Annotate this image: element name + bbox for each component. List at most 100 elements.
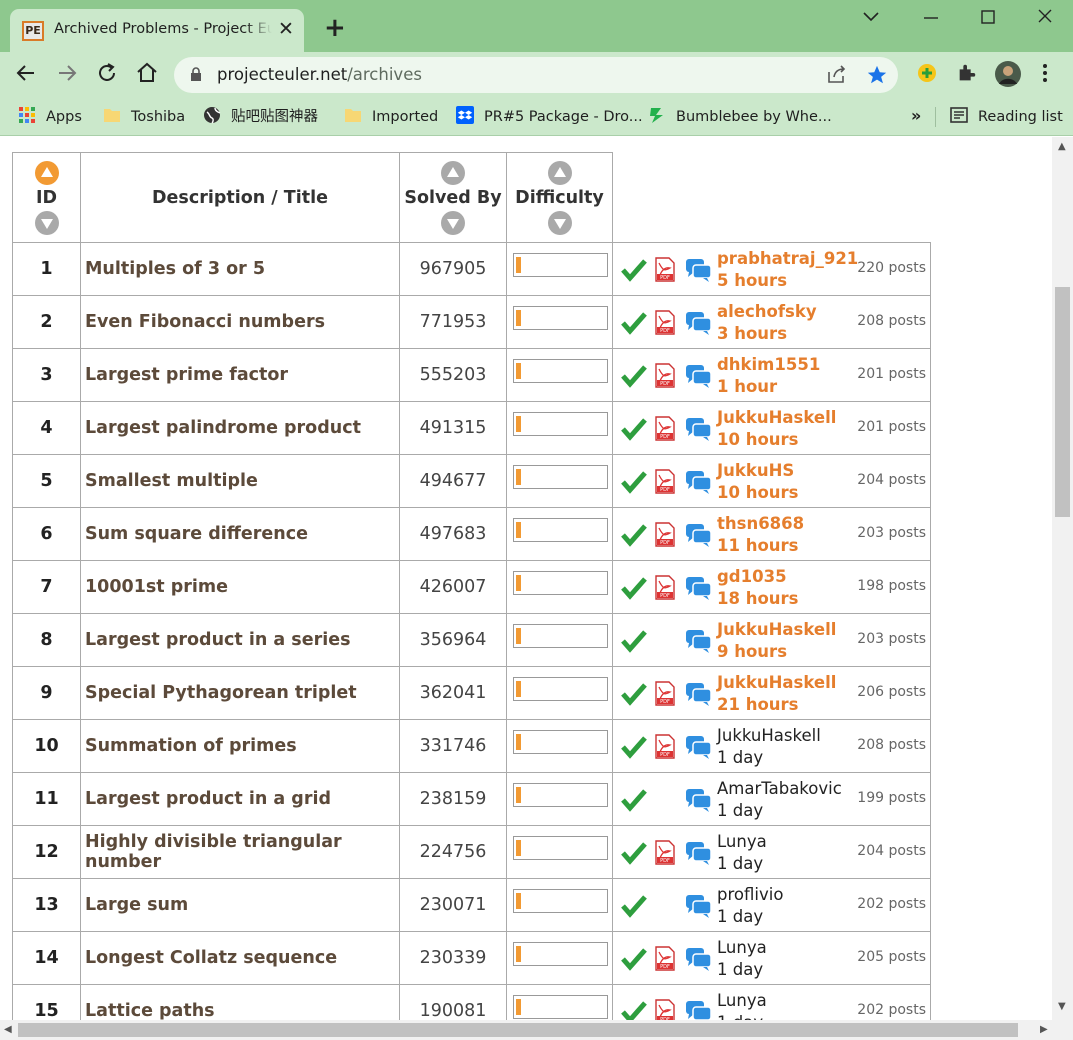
pdf-icon[interactable]: PDF xyxy=(655,257,675,282)
forum-bubble-icon[interactable] xyxy=(685,310,713,341)
profile-avatar[interactable] xyxy=(994,60,1022,92)
tab-close-icon[interactable]: ✕ xyxy=(278,18,294,40)
vertical-scrollbar[interactable]: ▲ ▼ xyxy=(1052,137,1073,1020)
reload-icon[interactable] xyxy=(95,61,119,92)
bookmark-toshiba[interactable]: Toshiba xyxy=(103,106,185,128)
close-window-icon[interactable] xyxy=(1036,6,1054,33)
bookmarks-overflow-icon[interactable]: » xyxy=(911,106,921,128)
bookmark-star-icon[interactable] xyxy=(866,64,888,91)
more-menu-icon[interactable] xyxy=(1040,62,1050,88)
url-text[interactable]: projecteuler.net/archives xyxy=(217,65,422,84)
table-row[interactable]: 7 10001st prime 426007 PDF gd1035 18 hours 198… xyxy=(12,560,931,614)
last-solver[interactable]: thsn6868 11 hours xyxy=(717,513,804,557)
problem-title-link[interactable]: Longest Collatz sequence xyxy=(80,931,400,985)
sort-id-ascending-icon[interactable] xyxy=(34,160,59,185)
post-count[interactable]: 203 posts xyxy=(857,631,926,647)
table-row[interactable]: 14 Longest Collatz sequence 230339 PDF Lunya… xyxy=(12,931,931,985)
sort-difficulty-descending-icon[interactable] xyxy=(547,210,572,235)
post-count[interactable]: 208 posts xyxy=(857,737,926,753)
solver-username[interactable]: JukkuHaskell xyxy=(717,673,836,692)
bookmark-dropbox[interactable]: PR#5 Package - Dro... xyxy=(456,106,643,128)
last-solver[interactable]: JukkuHaskell 21 hours xyxy=(717,672,836,716)
table-row[interactable]: 2 Even Fibonacci numbers 771953 PDF alechofs… xyxy=(12,295,931,349)
last-solver[interactable]: JukkuHaskell 1 day xyxy=(717,725,821,769)
browser-tab[interactable]: PE Archived Problems - Project Euler ✕ xyxy=(10,9,304,52)
forum-bubble-icon[interactable] xyxy=(685,787,713,818)
table-row[interactable]: 6 Sum square difference 497683 PDF thsn6868 1… xyxy=(12,507,931,561)
problem-title-link[interactable]: Largest palindrome product xyxy=(80,401,400,455)
table-row[interactable]: 5 Smallest multiple 494677 PDF JukkuHS 10 hou… xyxy=(12,454,931,508)
forum-bubble-icon[interactable] xyxy=(685,999,713,1020)
pdf-icon[interactable]: PDF xyxy=(655,840,675,865)
post-count[interactable]: 202 posts xyxy=(857,1002,926,1018)
problem-title-link[interactable]: Special Pythagorean triplet xyxy=(80,666,400,720)
solver-username[interactable]: proflivio xyxy=(717,885,783,904)
post-count[interactable]: 198 posts xyxy=(857,578,926,594)
table-row[interactable]: 3 Largest prime factor 555203 PDF dhkim1551 1… xyxy=(12,348,931,402)
scroll-up-arrow-icon[interactable]: ▲ xyxy=(1058,141,1066,152)
pdf-icon[interactable]: PDF xyxy=(655,310,675,335)
problem-title-link[interactable]: Sum square difference xyxy=(80,507,400,561)
bookmark-bumblebee[interactable]: Bumblebee by Whe... xyxy=(648,106,832,128)
last-solver[interactable]: Lunya 1 day xyxy=(717,831,767,875)
problem-title-link[interactable]: Largest prime factor xyxy=(80,348,400,402)
pdf-icon[interactable]: PDF xyxy=(655,416,675,441)
last-solver[interactable]: JukkuHS 10 hours xyxy=(717,460,799,504)
post-count[interactable]: 208 posts xyxy=(857,313,926,329)
problem-title-link[interactable]: Largest product in a grid xyxy=(80,772,400,826)
pdf-icon[interactable]: PDF xyxy=(655,946,675,971)
horizontal-scrollbar[interactable]: ◀ ▶ xyxy=(0,1020,1073,1040)
last-solver[interactable]: Lunya 1 day xyxy=(717,937,767,981)
post-count[interactable]: 201 posts xyxy=(857,366,926,382)
forum-bubble-icon[interactable] xyxy=(685,734,713,765)
solver-username[interactable]: thsn6868 xyxy=(717,514,804,533)
forum-bubble-icon[interactable] xyxy=(685,257,713,288)
post-count[interactable]: 220 posts xyxy=(857,260,926,276)
bookmark-apps[interactable]: Apps xyxy=(18,106,82,128)
tab-search-chevron-icon[interactable] xyxy=(862,6,880,30)
sort-id-descending-icon[interactable] xyxy=(34,210,59,235)
forum-bubble-icon[interactable] xyxy=(685,363,713,394)
page-viewport[interactable]: ID Description / Title Solved By Difficu… xyxy=(0,137,1052,1020)
solver-username[interactable]: JukkuHaskell xyxy=(717,620,836,639)
last-solver[interactable]: alechofsky 3 hours xyxy=(717,301,817,345)
problem-title-link[interactable]: Highly divisible triangular number xyxy=(80,825,400,879)
maximize-icon[interactable] xyxy=(979,6,997,33)
table-row[interactable]: 9 Special Pythagorean triplet 362041 PDF Juk… xyxy=(12,666,931,720)
horizontal-scroll-thumb[interactable] xyxy=(18,1023,1018,1037)
scroll-right-arrow-icon[interactable]: ▶ xyxy=(1040,1024,1048,1035)
new-tab-icon[interactable]: + xyxy=(324,15,346,41)
post-count[interactable]: 203 posts xyxy=(857,525,926,541)
solver-username[interactable]: dhkim1551 xyxy=(717,355,820,374)
table-row[interactable]: 8 Largest product in a series 356964 JukkuH… xyxy=(12,613,931,667)
solver-username[interactable]: JukkuHS xyxy=(717,461,794,480)
problem-title-link[interactable]: 10001st prime xyxy=(80,560,400,614)
problem-title-link[interactable]: Multiples of 3 or 5 xyxy=(80,242,400,296)
post-count[interactable]: 204 posts xyxy=(857,472,926,488)
table-row[interactable]: 13 Large sum 230071 proflivio 1 day 202 posts xyxy=(12,878,931,932)
table-row[interactable]: 4 Largest palindrome product 491315 PDF Jukk… xyxy=(12,401,931,455)
forum-bubble-icon[interactable] xyxy=(685,416,713,447)
back-arrow-icon[interactable] xyxy=(14,61,38,92)
pdf-icon[interactable]: PDF xyxy=(655,469,675,494)
last-solver[interactable]: proflivio 1 day xyxy=(717,884,783,928)
solver-username[interactable]: prabhatraj_921 xyxy=(717,249,858,268)
last-solver[interactable]: gd1035 18 hours xyxy=(717,566,799,610)
problem-title-link[interactable]: Summation of primes xyxy=(80,719,400,773)
bookmark-imported[interactable]: Imported xyxy=(344,106,438,128)
forum-bubble-icon[interactable] xyxy=(685,522,713,553)
last-solver[interactable]: prabhatraj_921 5 hours xyxy=(717,248,858,292)
share-icon[interactable] xyxy=(826,64,848,89)
last-solver[interactable]: JukkuHaskell 10 hours xyxy=(717,407,836,451)
problem-title-link[interactable]: Even Fibonacci numbers xyxy=(80,295,400,349)
post-count[interactable]: 199 posts xyxy=(857,790,926,806)
forum-bubble-icon[interactable] xyxy=(685,946,713,977)
problem-title-link[interactable]: Smallest multiple xyxy=(80,454,400,508)
post-count[interactable]: 205 posts xyxy=(857,949,926,965)
problem-title-link[interactable]: Lattice paths xyxy=(80,984,400,1020)
vertical-scroll-thumb[interactable] xyxy=(1055,287,1070,517)
extension-green-icon[interactable] xyxy=(916,62,938,88)
minimize-icon[interactable] xyxy=(922,6,940,33)
pdf-icon[interactable]: PDF xyxy=(655,681,675,706)
address-bar[interactable]: projecteuler.net/archives xyxy=(174,57,898,93)
